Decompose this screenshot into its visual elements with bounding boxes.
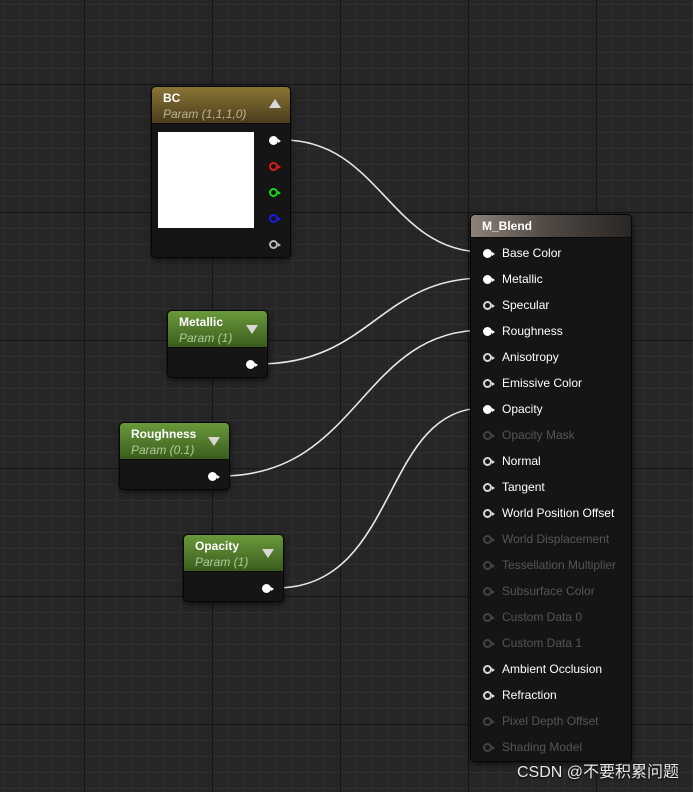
material-input-label: Normal (502, 454, 541, 468)
material-input-pin[interactable] (483, 691, 495, 700)
material-input-pin[interactable] (483, 379, 495, 388)
material-input-label: Emissive Color (502, 376, 583, 390)
material-input-label: Refraction (502, 688, 557, 702)
material-input-label: Opacity (502, 402, 543, 416)
material-result-node[interactable]: M_Blend Base Color Metallic Specular Roughn… (470, 214, 632, 762)
material-input-pin (483, 561, 495, 570)
material-input-pin[interactable] (483, 483, 495, 492)
opacity-output-pin[interactable] (262, 584, 274, 593)
material-node-title: M_Blend (482, 219, 533, 233)
material-input-row[interactable]: World Position Offset (471, 500, 631, 526)
roughness-node-title: Roughness (131, 427, 197, 441)
material-input-label: World Position Offset (502, 506, 615, 520)
wire-bc-to-base-color (282, 139, 485, 253)
material-input-row[interactable]: Anisotropy (471, 344, 631, 370)
metallic-output-pin[interactable] (246, 360, 258, 369)
roughness-param-node[interactable]: Roughness Param (0.1) (119, 422, 230, 490)
material-input-row: World Displacement (471, 526, 631, 552)
material-input-label: Specular (502, 298, 550, 312)
metallic-param-node[interactable]: Metallic Param (1) (167, 310, 268, 378)
material-input-pin[interactable] (483, 327, 495, 336)
material-input-label: Custom Data 0 (502, 610, 583, 624)
material-input-label: Subsurface Color (502, 584, 595, 598)
material-input-label: Anisotropy (502, 350, 559, 364)
material-input-row[interactable]: Tangent (471, 474, 631, 500)
material-input-row: Tessellation Multiplier (471, 552, 631, 578)
material-input-pin[interactable] (483, 509, 495, 518)
material-input-row: Custom Data 1 (471, 630, 631, 656)
material-input-pin (483, 613, 495, 622)
material-input-label: Pixel Depth Offset (502, 714, 599, 728)
material-input-pin[interactable] (483, 353, 495, 362)
bc-param-node[interactable]: BC Param (1,1,1,0) (151, 86, 291, 258)
watermark: CSDN @不要积累问题 (516, 764, 679, 781)
material-input-label: Base Color (502, 246, 562, 260)
material-input-label: Roughness (502, 324, 563, 338)
opacity-node-title: Opacity (195, 539, 240, 553)
collapse-down-icon[interactable] (246, 325, 258, 334)
g-output-pin[interactable] (269, 188, 281, 197)
material-input-label: Tangent (502, 480, 545, 494)
material-input-row[interactable]: Opacity (471, 396, 631, 422)
material-input-pin[interactable] (483, 275, 495, 284)
material-input-pin[interactable] (483, 249, 495, 258)
material-input-row: Custom Data 0 (471, 604, 631, 630)
opacity-node-subtitle: Param (1) (195, 555, 249, 569)
collapse-down-icon[interactable] (208, 437, 220, 446)
material-input-pin[interactable] (483, 405, 495, 414)
material-input-row[interactable]: Specular (471, 292, 631, 318)
bc-node-subtitle: Param (1,1,1,0) (163, 107, 247, 121)
material-input-label: Tessellation Multiplier (502, 558, 617, 572)
material-input-pin (483, 535, 495, 544)
b-output-pin[interactable] (269, 214, 281, 223)
metallic-node-header[interactable]: Metallic Param (1) (168, 311, 267, 348)
material-input-pin (483, 639, 495, 648)
material-input-pin (483, 587, 495, 596)
wire-opacity-to-opacity (275, 407, 485, 589)
material-node-header[interactable]: M_Blend (471, 215, 631, 238)
material-input-row: Pixel Depth Offset (471, 708, 631, 734)
a-output-pin[interactable] (269, 240, 281, 249)
roughness-node-header[interactable]: Roughness Param (0.1) (120, 423, 229, 460)
material-input-row[interactable]: Ambient Occlusion (471, 656, 631, 682)
material-input-label: Opacity Mask (502, 428, 575, 442)
material-input-row: Opacity Mask (471, 422, 631, 448)
material-input-pin (483, 431, 495, 440)
collapse-down-icon[interactable] (262, 549, 274, 558)
roughness-output-pin[interactable] (208, 472, 220, 481)
roughness-node-subtitle: Param (0.1) (131, 443, 195, 457)
opacity-param-node[interactable]: Opacity Param (1) (183, 534, 284, 602)
material-input-label: Shading Model (502, 740, 583, 754)
material-input-row[interactable]: Normal (471, 448, 631, 474)
material-input-pin (483, 717, 495, 726)
material-input-row: Subsurface Color (471, 578, 631, 604)
collapse-up-icon[interactable] (269, 99, 281, 108)
material-input-row[interactable]: Base Color (471, 240, 631, 266)
material-input-row[interactable]: Emissive Color (471, 370, 631, 396)
material-input-label: World Displacement (502, 532, 610, 546)
material-input-label: Ambient Occlusion (502, 662, 603, 676)
r-output-pin[interactable] (269, 162, 281, 171)
material-input-pin[interactable] (483, 457, 495, 466)
material-input-row[interactable]: Roughness (471, 318, 631, 344)
color-preview-swatch (158, 132, 254, 228)
material-input-row: Shading Model (471, 734, 631, 760)
material-input-pin[interactable] (483, 301, 495, 310)
material-input-pin (483, 743, 495, 752)
material-input-label: Metallic (502, 272, 543, 286)
opacity-node-header[interactable]: Opacity Param (1) (184, 535, 283, 572)
material-input-row[interactable]: Metallic (471, 266, 631, 292)
material-input-label: Custom Data 1 (502, 636, 583, 650)
material-input-row[interactable]: Refraction (471, 682, 631, 708)
metallic-node-title: Metallic (179, 315, 224, 329)
rgb-output-pin[interactable] (269, 136, 281, 145)
metallic-node-subtitle: Param (1) (179, 331, 233, 345)
wire-metallic-to-metallic (258, 277, 485, 365)
bc-node-header[interactable]: BC Param (1,1,1,0) (152, 87, 290, 124)
bc-node-title: BC (163, 91, 181, 105)
material-input-pin[interactable] (483, 665, 495, 674)
